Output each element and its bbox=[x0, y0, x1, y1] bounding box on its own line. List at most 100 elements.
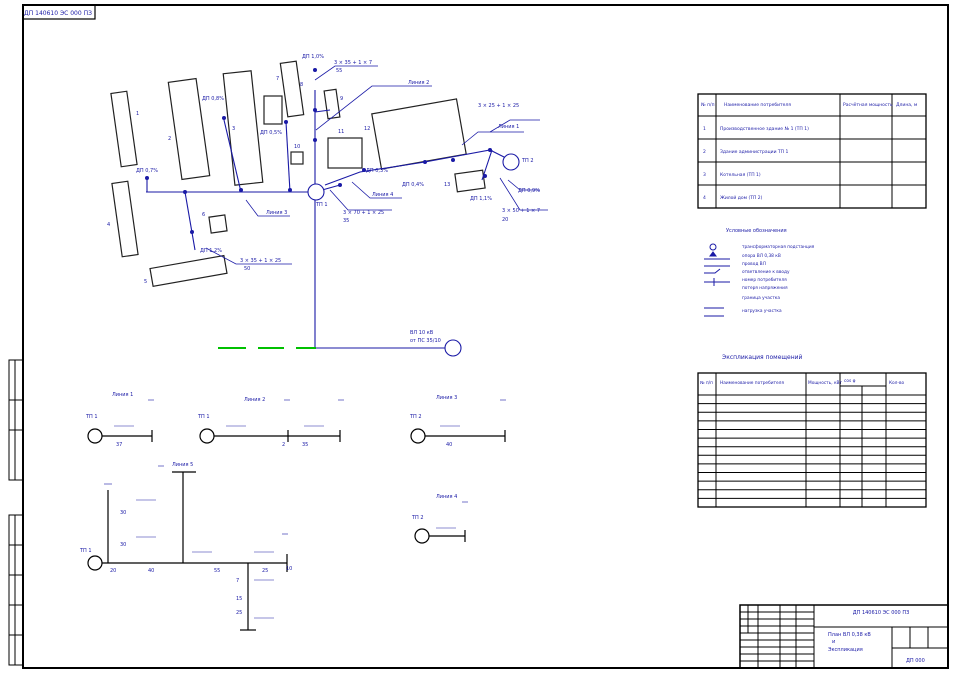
legend-item: провод ВЛ bbox=[742, 261, 766, 267]
voltage-drop: ДП 1,2% bbox=[200, 248, 222, 254]
explication-table bbox=[697, 372, 927, 508]
building-11[interactable] bbox=[327, 137, 363, 169]
building-label: 11 bbox=[338, 129, 344, 135]
voltage-drop: ДП 0,4% bbox=[402, 182, 424, 188]
title-block-sub: и bbox=[832, 639, 835, 645]
scheme-title: Линия 3 bbox=[436, 395, 457, 401]
voltage-drop: ДП 0,5% bbox=[260, 130, 282, 136]
voltage-drop: ДП 1,0% bbox=[302, 54, 324, 60]
left-margin-stamps bbox=[8, 359, 24, 666]
scheme-tp: ТП 2 bbox=[409, 414, 422, 420]
table2-header-name: Наименование потребителя bbox=[720, 380, 784, 386]
building-3[interactable] bbox=[222, 70, 264, 186]
top-stamp-text: ДП 140610 ЭС 000 ПЗ bbox=[24, 10, 92, 17]
scheme-title: Линия 4 bbox=[436, 494, 457, 500]
building-7[interactable] bbox=[263, 95, 283, 125]
building-label: 6 bbox=[202, 212, 205, 218]
building-label: 12 bbox=[364, 126, 370, 132]
scheme-length: 37 bbox=[116, 442, 122, 448]
building-6[interactable] bbox=[208, 214, 228, 234]
line1-label: Линия 1 bbox=[498, 124, 519, 130]
building-label: 10 bbox=[294, 144, 300, 150]
cable-length: 35 bbox=[343, 218, 349, 224]
scheme-tp: ТП 1 bbox=[197, 414, 210, 420]
leaders bbox=[205, 65, 548, 265]
feeder-sublabel: от ПС 35/10 bbox=[410, 338, 441, 344]
table1-row-name: Жилой дом (ТП 2) bbox=[720, 194, 763, 201]
table1-row-num: 4 bbox=[703, 195, 706, 201]
scheme-length: 35 bbox=[302, 442, 308, 448]
table2-title: Экспликация помещений bbox=[722, 354, 803, 361]
building-1[interactable] bbox=[110, 90, 138, 168]
cable-label: 3 × 70 + 1 × 25 bbox=[343, 210, 384, 216]
voltage-drop: ДП 0,3% bbox=[366, 168, 388, 174]
building-10[interactable] bbox=[290, 151, 304, 165]
scheme-tp: ТП 1 bbox=[79, 548, 92, 554]
legend: Условные обозначения трансформаторная по… bbox=[704, 228, 815, 317]
scheme-length: 15 bbox=[236, 596, 242, 602]
scheme-length: 55 bbox=[214, 568, 220, 574]
cable-label: 3 × 35 + 1 × 7 bbox=[334, 60, 372, 66]
scheme-length: 7 bbox=[236, 578, 239, 584]
legend-title: Условные обозначения bbox=[726, 228, 787, 234]
table1-row-name: Здание администрации ТП 1 bbox=[720, 149, 788, 155]
network-lines bbox=[146, 90, 511, 349]
scheme-title: Линия 1 bbox=[112, 392, 133, 398]
line3-label: Линия 3 bbox=[266, 210, 287, 216]
building-labels: 1 2 3 4 5 6 7 8 9 10 11 12 13 bbox=[107, 76, 450, 285]
building-5[interactable] bbox=[149, 254, 228, 287]
building-label: 3 bbox=[232, 126, 235, 132]
legend-item: ответвление к вводу bbox=[742, 270, 790, 275]
building-label: 5 bbox=[144, 279, 147, 285]
title-block-title: План ВЛ 0,38 кВ bbox=[828, 632, 871, 638]
table2-header-power: Мощность, кВт bbox=[808, 380, 842, 386]
table1-row-num: 2 bbox=[703, 149, 706, 155]
scheme-length: 2 bbox=[282, 442, 285, 448]
voltage-drop: ДП 1,1% bbox=[470, 196, 492, 202]
legend-item: трансформаторная подстанция bbox=[742, 244, 815, 250]
building-label: 7 bbox=[276, 76, 279, 82]
table1-header-name: Наименование потребителя bbox=[724, 102, 791, 108]
table1-row-num: 1 bbox=[703, 126, 706, 132]
legend-item: номер потребителя bbox=[742, 277, 787, 283]
supply-circle[interactable] bbox=[444, 339, 462, 357]
legend-labels: трансформаторная подстанция опора ВЛ 0,3… bbox=[742, 244, 815, 314]
table1-header-length: Длина, м bbox=[896, 102, 917, 108]
scheme-length: 25 bbox=[236, 610, 242, 616]
building-2[interactable] bbox=[167, 77, 211, 181]
building-label: 8 bbox=[300, 82, 303, 88]
table1-header-power: Расчётная мощность bbox=[843, 102, 893, 108]
buildings bbox=[110, 60, 486, 287]
tp1-circle[interactable] bbox=[307, 183, 325, 201]
scheme-length: 40 bbox=[446, 442, 452, 448]
tp2-circle[interactable] bbox=[502, 153, 520, 171]
legend-symbols bbox=[704, 243, 730, 317]
scheme-text: Линия 1 ТП 1 37 Линия 2 ТП 1 2 35 Линия … bbox=[79, 392, 457, 616]
legend-item: граница участка bbox=[742, 296, 780, 301]
cable-length: 20 bbox=[502, 217, 508, 223]
scheme-length: 30 bbox=[120, 510, 126, 516]
legend-item: нагрузка участка bbox=[742, 309, 782, 314]
scheme-length: 10 bbox=[286, 566, 292, 572]
cable-length: 55 bbox=[336, 68, 342, 74]
building-label: 1 bbox=[136, 111, 139, 117]
building-label: 4 bbox=[107, 222, 110, 228]
table1-row-num: 3 bbox=[703, 172, 706, 178]
voltage-drop: ДП 0,9% bbox=[518, 188, 540, 194]
scheme-tp: ТП 1 bbox=[85, 414, 98, 420]
voltage-drop: ДП 0,7% bbox=[136, 168, 158, 174]
legend-item: потеря напряжения bbox=[742, 286, 788, 291]
poles bbox=[145, 68, 492, 234]
building-13[interactable] bbox=[454, 169, 486, 193]
building-label: 13 bbox=[444, 182, 450, 188]
table1-header-num: № п/п bbox=[701, 102, 715, 108]
explication-table-text: № п/п Наименование потребителя Мощность,… bbox=[700, 379, 905, 386]
building-4[interactable] bbox=[111, 180, 139, 258]
building-label: 9 bbox=[340, 96, 343, 102]
cable-label: 3 × 35 + 1 × 25 bbox=[240, 258, 281, 264]
cable-label: 3 × 50 + 1 × 7 bbox=[502, 208, 540, 214]
building-8[interactable] bbox=[279, 60, 305, 118]
feeder-label: ВЛ 10 кВ bbox=[410, 330, 434, 336]
building-9[interactable] bbox=[323, 88, 341, 120]
building-label: 2 bbox=[168, 136, 171, 142]
